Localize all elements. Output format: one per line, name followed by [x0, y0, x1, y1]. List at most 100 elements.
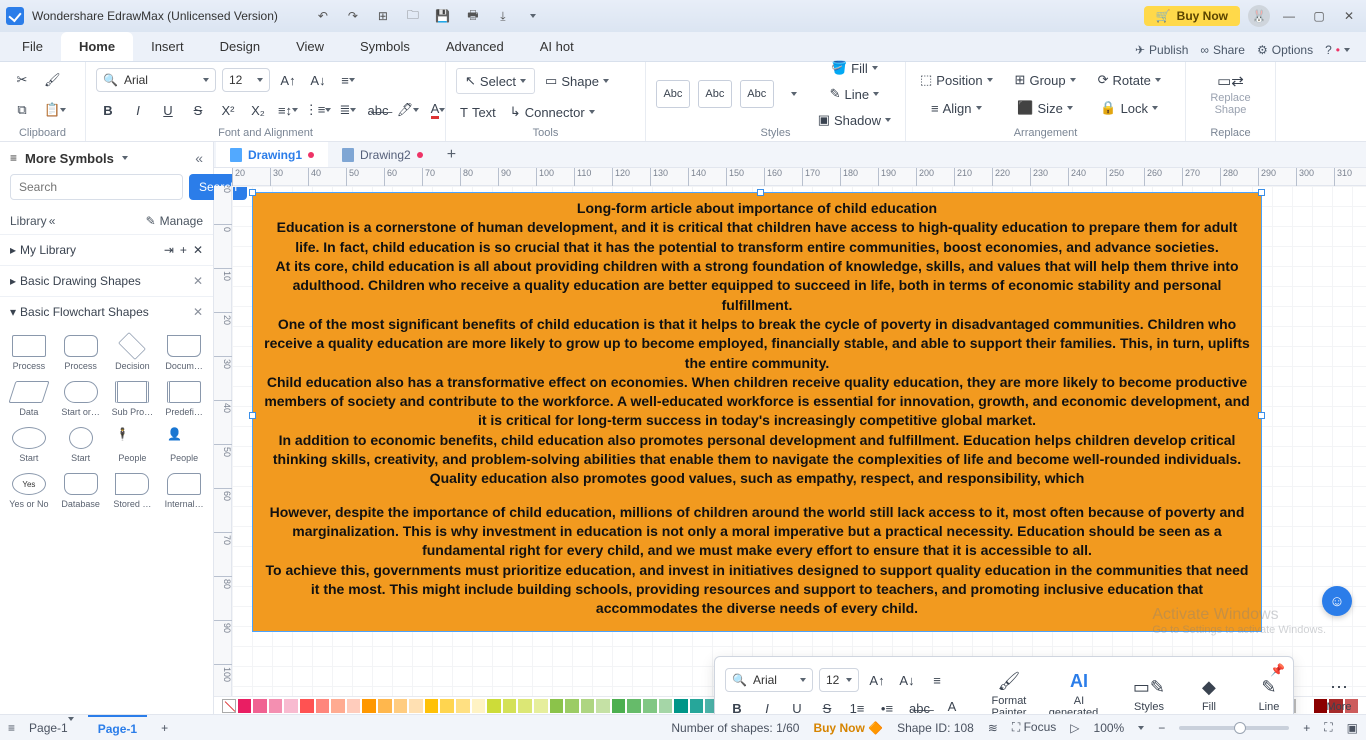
- color-swatch[interactable]: [300, 699, 314, 713]
- quick-access-more-icon[interactable]: [522, 5, 544, 27]
- increase-font-icon[interactable]: A↑: [276, 68, 300, 92]
- resize-handle[interactable]: [1258, 412, 1265, 419]
- user-avatar[interactable]: 🐰: [1248, 5, 1270, 27]
- color-swatch[interactable]: [487, 699, 501, 713]
- qf-font-color-icon[interactable]: A: [940, 696, 964, 714]
- my-library-section[interactable]: ▸ My Library ⇥ + ✕: [0, 234, 213, 265]
- export-icon[interactable]: ⤓: [492, 5, 514, 27]
- color-swatch[interactable]: [238, 699, 252, 713]
- add-page-icon[interactable]: +: [161, 721, 168, 735]
- tab-file[interactable]: File: [4, 32, 61, 61]
- minimize-icon[interactable]: —: [1278, 5, 1300, 27]
- replace-shape-button[interactable]: ▭⇄ Replace Shape: [1196, 68, 1265, 120]
- color-swatch[interactable]: [550, 699, 564, 713]
- tab-symbols[interactable]: Symbols: [342, 32, 428, 61]
- underline-icon[interactable]: U: [156, 98, 180, 122]
- color-swatch[interactable]: [456, 699, 470, 713]
- qf-underline-icon[interactable]: U: [785, 696, 809, 714]
- zoom-in-icon[interactable]: +: [1303, 721, 1310, 735]
- collapse-panel-icon[interactable]: «: [195, 150, 203, 166]
- qf-numlist-icon[interactable]: 1≡: [845, 696, 869, 714]
- text-shape[interactable]: Long-form article about importance of ch…: [252, 192, 1262, 632]
- basic-flowchart-section[interactable]: ▾ Basic Flowchart Shapes ✕: [0, 296, 213, 327]
- add-doc-tab[interactable]: +: [437, 146, 466, 164]
- tab-advanced[interactable]: Advanced: [428, 32, 522, 61]
- cut-icon[interactable]: ✂: [10, 68, 34, 92]
- tab-view[interactable]: View: [278, 32, 342, 61]
- shape-item[interactable]: Process: [56, 331, 106, 375]
- focus-button[interactable]: ⛶ Focus: [1012, 720, 1056, 735]
- align-button[interactable]: ≡ Align: [916, 96, 997, 120]
- format-painter-icon[interactable]: 🖌: [40, 68, 65, 92]
- align-horizontal-icon[interactable]: ≡: [336, 68, 360, 92]
- qf-font-name[interactable]: 🔍 Arial: [725, 668, 813, 692]
- decrease-font-icon[interactable]: A↓: [306, 68, 330, 92]
- qf-styles[interactable]: ▭✎Styles: [1124, 675, 1174, 713]
- zoom-slider[interactable]: [1179, 726, 1289, 730]
- basic-drawing-section[interactable]: ▸ Basic Drawing Shapes ✕: [0, 265, 213, 296]
- shape-item[interactable]: Data: [4, 377, 54, 421]
- style-preset-2[interactable]: Abc: [698, 80, 732, 108]
- qf-strike-icon[interactable]: S: [815, 696, 839, 714]
- color-swatch[interactable]: [409, 699, 423, 713]
- style-preset-1[interactable]: Abc: [656, 80, 690, 108]
- shape-item[interactable]: 🕴People: [108, 423, 158, 467]
- help-button[interactable]: ? •: [1325, 43, 1350, 57]
- bold-icon[interactable]: B: [96, 98, 120, 122]
- lock-button[interactable]: 🔒 Lock: [1094, 96, 1165, 120]
- doc-tab-1[interactable]: Drawing1: [216, 142, 328, 167]
- new-icon[interactable]: ⊞: [372, 5, 394, 27]
- color-swatch[interactable]: [284, 699, 298, 713]
- doc-tab-2[interactable]: Drawing2: [328, 142, 437, 167]
- close-icon[interactable]: ✕: [1338, 5, 1360, 27]
- resize-handle[interactable]: [1258, 189, 1265, 196]
- color-swatch[interactable]: [425, 699, 439, 713]
- line-button[interactable]: ✎ Line: [814, 82, 895, 106]
- add-icon[interactable]: +: [180, 243, 187, 257]
- tab-insert[interactable]: Insert: [133, 32, 202, 61]
- share-button[interactable]: ∞ Share: [1200, 43, 1245, 57]
- color-swatch[interactable]: [627, 699, 641, 713]
- color-swatch[interactable]: [316, 699, 330, 713]
- qf-more[interactable]: ⋯More: [1314, 675, 1364, 713]
- highlight-icon[interactable]: 🖊: [396, 98, 420, 122]
- qf-font-size[interactable]: 12: [819, 668, 859, 692]
- print-icon[interactable]: 🖶: [462, 5, 484, 27]
- subscript-icon[interactable]: X₂: [246, 98, 270, 122]
- zoom-out-icon[interactable]: −: [1158, 721, 1165, 735]
- color-swatch[interactable]: [690, 699, 704, 713]
- color-swatch[interactable]: [518, 699, 532, 713]
- color-swatch[interactable]: [674, 699, 688, 713]
- page-tab-1[interactable]: Page-1: [88, 715, 147, 740]
- zoom-value[interactable]: 100%: [1094, 721, 1125, 735]
- import-icon[interactable]: ⇥: [164, 243, 174, 257]
- chat-bubble-icon[interactable]: ☺: [1322, 586, 1352, 616]
- color-swatch[interactable]: [394, 699, 408, 713]
- shape-item[interactable]: Database: [56, 469, 106, 513]
- canvas[interactable]: Long-form article about importance of ch…: [232, 186, 1366, 696]
- resize-handle[interactable]: [757, 189, 764, 196]
- qf-align-icon[interactable]: ≡: [925, 668, 949, 692]
- tab-design[interactable]: Design: [202, 32, 278, 61]
- shape-item[interactable]: Predefi…: [159, 377, 209, 421]
- page-menu-icon[interactable]: ≡: [8, 721, 15, 735]
- rotate-button[interactable]: ⟳ Rotate: [1094, 68, 1165, 92]
- color-swatch[interactable]: [503, 699, 517, 713]
- shape-item[interactable]: Decision: [108, 331, 158, 375]
- group-button[interactable]: ⊞ Group: [1011, 68, 1080, 92]
- position-button[interactable]: ⬚ Position: [916, 68, 997, 92]
- color-swatch[interactable]: [362, 699, 376, 713]
- strikethrough-icon[interactable]: S: [186, 98, 210, 122]
- shape-item[interactable]: Start: [4, 423, 54, 467]
- select-tool[interactable]: ↖ Select: [456, 68, 535, 94]
- qf-format-painter[interactable]: 🖌Format Painter: [984, 669, 1034, 714]
- font-name-select[interactable]: 🔍 Arial: [96, 68, 216, 92]
- shape-item[interactable]: 👤People: [159, 423, 209, 467]
- color-swatch[interactable]: [659, 699, 673, 713]
- tab-home[interactable]: Home: [61, 32, 133, 61]
- color-swatch[interactable]: [472, 699, 486, 713]
- style-preset-3[interactable]: Abc: [740, 80, 774, 108]
- color-swatch[interactable]: [269, 699, 283, 713]
- status-buy-now[interactable]: Buy Now 🔶: [813, 721, 883, 735]
- color-swatch[interactable]: [331, 699, 345, 713]
